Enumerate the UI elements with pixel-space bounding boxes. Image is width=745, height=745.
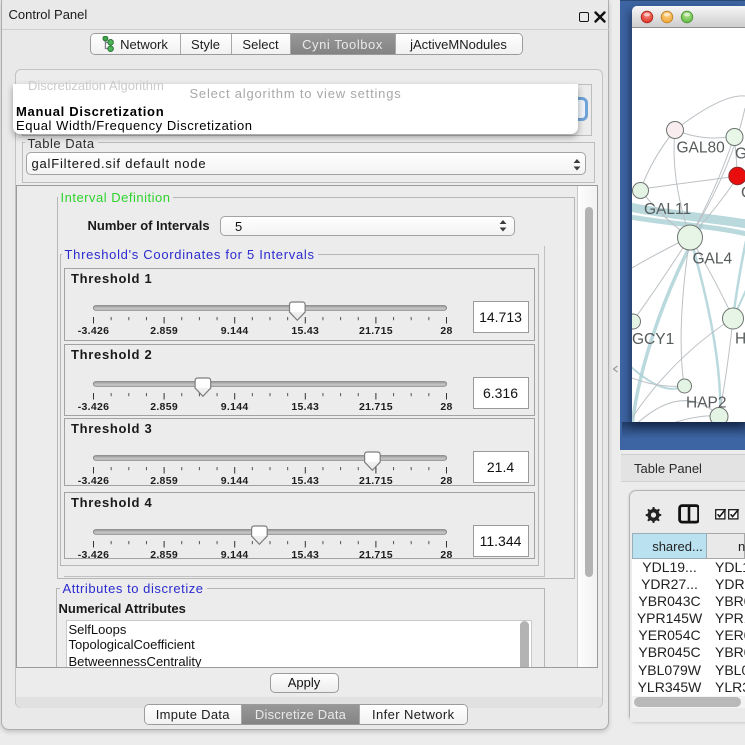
svg-text:28: 28 [440, 400, 452, 412]
svg-text:28: 28 [440, 324, 452, 336]
svg-text:HAP2: HAP2 [686, 394, 727, 411]
svg-text:-3.426: -3.426 [78, 324, 110, 336]
svg-text:H: H [735, 330, 745, 347]
svg-text:C: C [741, 184, 745, 201]
svg-text:21.715: 21.715 [359, 324, 393, 336]
svg-text:2.859: 2.859 [150, 400, 178, 412]
svg-text:2.859: 2.859 [150, 548, 178, 560]
svg-text:GA: GA [735, 145, 745, 162]
svg-text:-3.426: -3.426 [78, 400, 110, 412]
svg-text:15.43: 15.43 [291, 474, 319, 486]
svg-text:21.715: 21.715 [359, 400, 393, 412]
svg-text:GAL4: GAL4 [693, 250, 733, 267]
svg-text:GAL11: GAL11 [644, 201, 691, 218]
svg-text:9.144: 9.144 [221, 400, 249, 412]
svg-text:GAL80: GAL80 [677, 139, 726, 156]
svg-text:9.144: 9.144 [221, 548, 249, 560]
svg-text:15.43: 15.43 [291, 324, 319, 336]
svg-text:2.859: 2.859 [150, 474, 178, 486]
svg-text:9.144: 9.144 [221, 474, 249, 486]
svg-text:GCY1: GCY1 [632, 331, 674, 348]
svg-text:15.43: 15.43 [291, 400, 319, 412]
svg-text:-3.426: -3.426 [78, 474, 110, 486]
svg-text:21.715: 21.715 [359, 548, 393, 560]
svg-text:28: 28 [440, 474, 452, 486]
svg-text:9.144: 9.144 [221, 324, 249, 336]
svg-text:-3.426: -3.426 [78, 548, 110, 560]
svg-text:28: 28 [440, 548, 452, 560]
svg-text:15.43: 15.43 [291, 548, 319, 560]
svg-text:2.859: 2.859 [150, 324, 178, 336]
svg-text:21.715: 21.715 [359, 474, 393, 486]
